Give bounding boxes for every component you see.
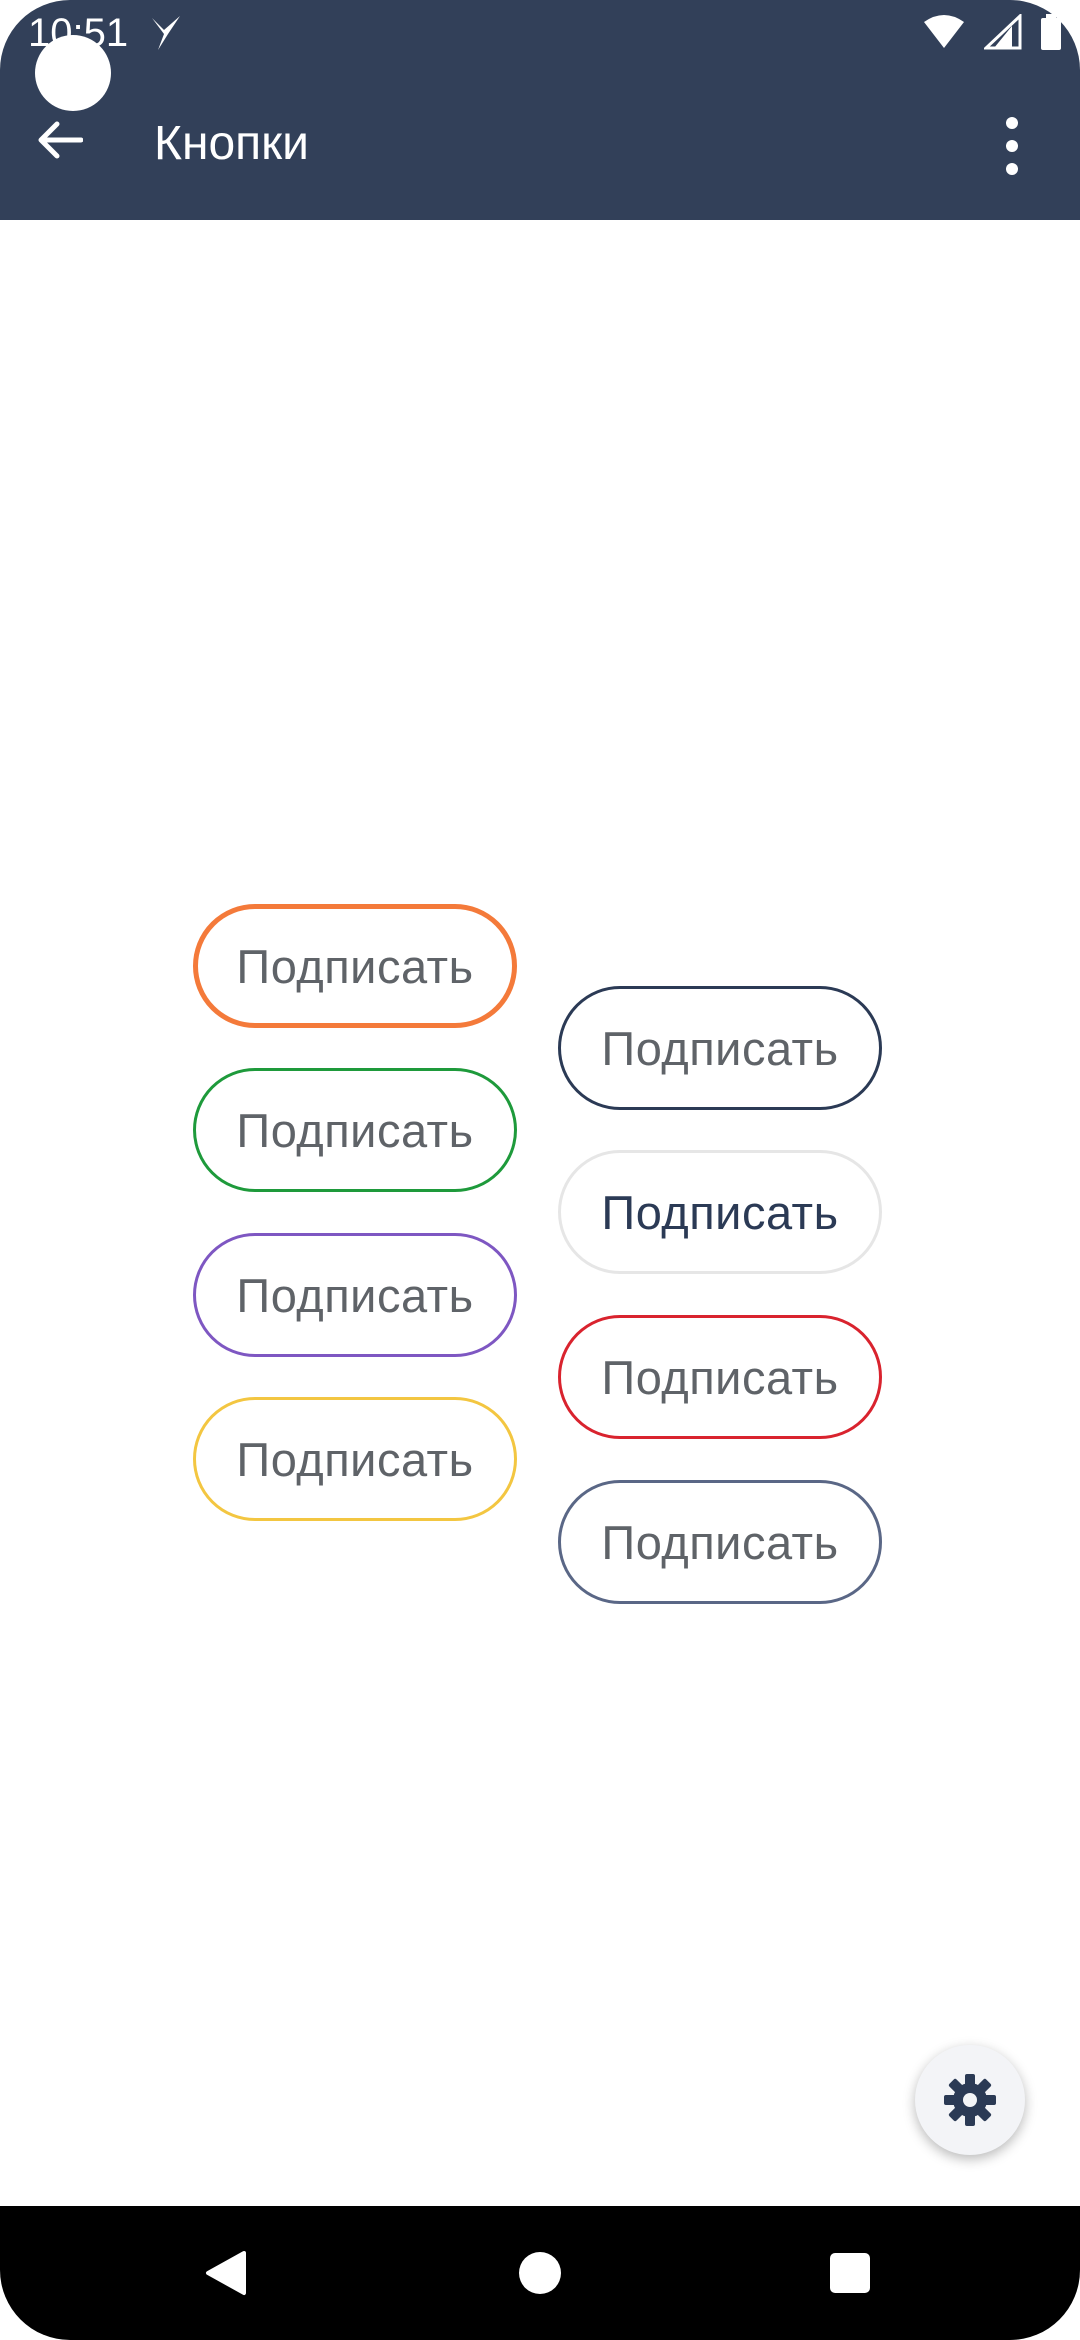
overflow-menu-button[interactable] bbox=[980, 106, 1044, 186]
sign-button-purple[interactable]: Подписать bbox=[193, 1233, 517, 1357]
battery-icon bbox=[1041, 14, 1061, 50]
sign-button-label: Подписать bbox=[236, 1432, 474, 1486]
sign-button-navy[interactable]: Подписать bbox=[558, 986, 882, 1110]
gear-icon bbox=[944, 2074, 996, 2126]
nav-back-button[interactable] bbox=[176, 2223, 276, 2323]
back-button[interactable] bbox=[20, 100, 100, 180]
arrow-left-icon bbox=[38, 121, 83, 159]
sign-button-light[interactable]: Подписать bbox=[558, 1150, 882, 1274]
sign-button-label: Подписать bbox=[236, 939, 474, 993]
nav-recents-button[interactable] bbox=[800, 2223, 900, 2323]
sign-button-label: Подписать bbox=[601, 1185, 839, 1239]
sign-button-label: Подписать bbox=[601, 1021, 839, 1075]
sign-button-orange[interactable]: Подписать bbox=[193, 904, 517, 1028]
sign-button-label: Подписать bbox=[236, 1268, 474, 1322]
page-title: Кнопки bbox=[154, 117, 309, 170]
sign-button-label: Подписать bbox=[236, 1103, 474, 1157]
nav-home-button[interactable] bbox=[490, 2223, 590, 2323]
back-triangle-icon bbox=[206, 2251, 246, 2295]
sign-button-slate[interactable]: Подписать bbox=[558, 1480, 882, 1604]
sign-button-label: Подписать bbox=[601, 1350, 839, 1404]
wifi-icon bbox=[924, 15, 964, 48]
sign-button-red[interactable]: Подписать bbox=[558, 1315, 882, 1439]
sign-button-label: Подписать bbox=[601, 1515, 839, 1569]
more-vertical-icon bbox=[1006, 117, 1018, 175]
status-icons bbox=[922, 14, 1062, 50]
settings-fab[interactable] bbox=[915, 2045, 1025, 2155]
home-circle-icon bbox=[519, 2252, 561, 2294]
sign-button-yellow[interactable]: Подписать bbox=[193, 1397, 517, 1521]
sign-button-green[interactable]: Подписать bbox=[193, 1068, 517, 1192]
signal-icon bbox=[984, 14, 1022, 50]
system-navigation-bar bbox=[0, 2206, 1080, 2340]
app-bar: 10:51 Кнопки bbox=[0, 0, 1080, 220]
bird-notification-icon bbox=[152, 16, 180, 50]
recents-square-icon bbox=[830, 2253, 870, 2293]
